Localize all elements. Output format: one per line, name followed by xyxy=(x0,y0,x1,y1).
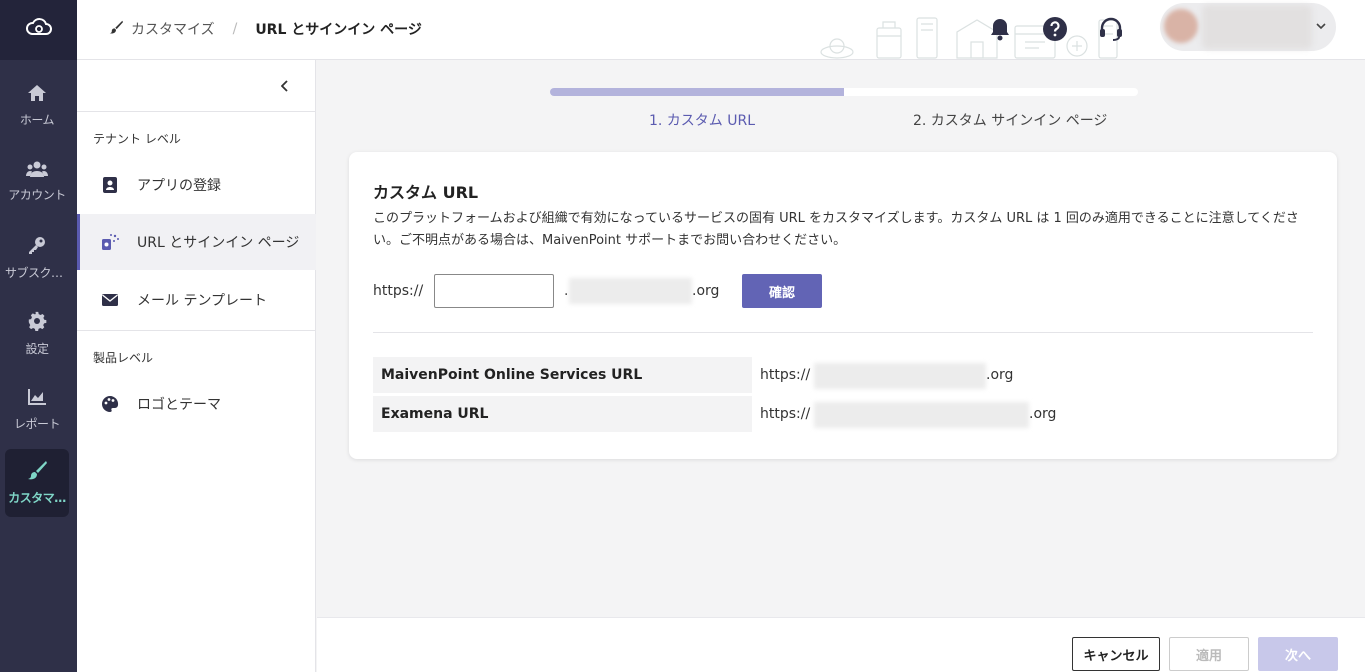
apply-button[interactable]: 適用 xyxy=(1169,637,1249,671)
subnav-item-email-template[interactable]: メール テンプレート xyxy=(77,272,316,328)
info-value-prefix: https:// xyxy=(760,406,811,422)
app-register-icon xyxy=(101,176,119,194)
user-menu[interactable] xyxy=(1160,3,1336,51)
redacted-domain xyxy=(569,278,692,304)
notification-bell-icon[interactable] xyxy=(985,14,1015,44)
subnav-item-app-registration[interactable]: アプリの登録 xyxy=(77,157,316,213)
subnav-item-label: アプリの登録 xyxy=(137,178,221,194)
info-label-examena: Examena URL xyxy=(373,396,752,432)
rail-item-customize[interactable]: カスタマ… xyxy=(5,449,69,517)
chevron-left-icon xyxy=(280,77,289,96)
info-value-suffix: .org xyxy=(986,367,1014,383)
gear-icon xyxy=(27,311,47,334)
info-value-prefix: https:// xyxy=(760,367,811,383)
redacted-url xyxy=(814,402,1029,428)
rail-item-label: アカウント xyxy=(8,188,66,202)
card-title: カスタム URL xyxy=(373,183,479,202)
chart-icon xyxy=(27,388,47,409)
group-label-product: 製品レベル xyxy=(93,351,154,365)
palette-icon xyxy=(101,395,119,413)
user-name-redacted xyxy=(1202,5,1312,49)
collapse-sidebar-button[interactable] xyxy=(275,76,295,96)
top-header: カスタマイズ / URL とサインイン ページ xyxy=(77,0,1365,60)
rail-item-label: サブスクリ… xyxy=(5,266,69,280)
step-progress-fill xyxy=(550,88,844,96)
subnav-item-label: ロゴとテーマ xyxy=(137,397,221,413)
rail-item-home[interactable]: ホーム xyxy=(5,72,69,140)
rail-item-label: カスタマ… xyxy=(8,491,66,505)
brush-icon xyxy=(27,460,47,483)
rail-item-settings[interactable]: 設定 xyxy=(5,300,69,368)
help-icon[interactable] xyxy=(1040,14,1070,44)
confirm-button[interactable]: 確認 xyxy=(742,274,822,308)
subnav-item-label: URL とサインイン ページ xyxy=(137,235,300,251)
group-label-tenant: テナント レベル xyxy=(93,132,181,146)
rail-item-label: 設定 xyxy=(25,342,49,356)
left-rail: ホーム アカウント サブスクリ… 設定 レポート カスタマ… xyxy=(0,0,77,672)
footer-actions: キャンセル 適用 次へ xyxy=(317,617,1365,672)
url-dot: . xyxy=(564,283,569,299)
breadcrumb: カスタマイズ / URL とサインイン ページ xyxy=(109,19,422,39)
divider xyxy=(77,330,316,331)
step-2-label: 2. カスタム サインイン ページ xyxy=(913,113,1108,129)
cancel-button[interactable]: キャンセル xyxy=(1072,637,1160,671)
url-signin-icon xyxy=(101,233,119,251)
custom-url-input[interactable] xyxy=(434,274,554,308)
rail-item-label: ホーム xyxy=(19,113,55,127)
subnav-item-logo-theme[interactable]: ロゴとテーマ xyxy=(77,376,316,432)
rail-item-subscription[interactable]: サブスクリ… xyxy=(5,224,69,292)
mail-icon xyxy=(101,291,119,309)
breadcrumb-current: URL とサインイン ページ xyxy=(255,22,422,38)
card-description: このプラットフォームおよび組織で有効になっているサービスの固有 URL をカスタ… xyxy=(373,211,1299,248)
subnav-item-label: メール テンプレート xyxy=(137,293,268,309)
key-icon xyxy=(27,235,47,258)
secondary-sidebar: テナント レベル アプリの登録 URL とサインイン ページ メール テンプレー… xyxy=(77,60,316,672)
subnav-item-url-signin[interactable]: URL とサインイン ページ xyxy=(77,214,316,270)
step-progress-track xyxy=(550,88,1138,96)
avatar xyxy=(1164,9,1198,43)
custom-url-card: カスタム URL このプラットフォームおよび組織で有効になっているサービスの固有… xyxy=(349,152,1337,459)
info-label-online-services: MaivenPoint Online Services URL xyxy=(373,357,752,393)
card-divider xyxy=(373,332,1313,333)
rail-item-reports[interactable]: レポート xyxy=(5,376,69,444)
breadcrumb-separator: / xyxy=(232,21,238,37)
next-button[interactable]: 次へ xyxy=(1258,637,1338,671)
breadcrumb-parent[interactable]: カスタマイズ xyxy=(131,19,215,39)
rail-item-label: レポート xyxy=(13,417,60,431)
home-icon xyxy=(27,84,47,105)
divider xyxy=(77,111,316,112)
chevron-down-icon xyxy=(1316,19,1326,33)
url-prefix: https:// xyxy=(373,283,424,299)
users-icon xyxy=(26,161,48,180)
url-suffix: .org xyxy=(692,283,720,299)
brush-icon xyxy=(109,20,123,38)
rail-item-account[interactable]: アカウント xyxy=(5,148,69,216)
redacted-url xyxy=(814,363,986,389)
step-1-label: 1. カスタム URL xyxy=(649,113,756,129)
cloud-logo-icon xyxy=(25,16,53,44)
support-headset-icon[interactable] xyxy=(1096,14,1126,44)
app-logo[interactable] xyxy=(0,0,77,60)
info-value-suffix: .org xyxy=(1029,406,1057,422)
